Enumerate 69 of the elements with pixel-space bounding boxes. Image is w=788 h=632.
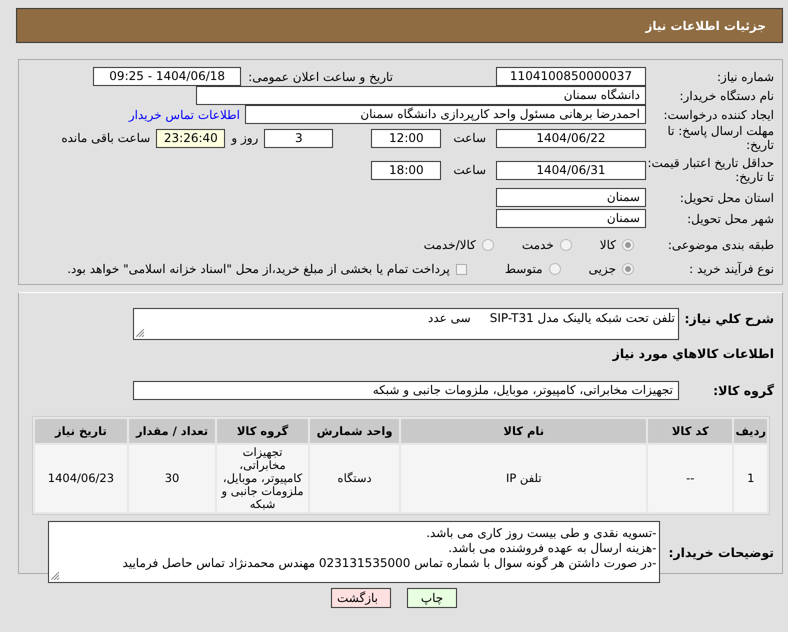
- text-field[interactable]: 18:00: [371, 160, 442, 180]
- radio-button[interactable]: [622, 263, 634, 275]
- column-header: تاریخ نیاز: [35, 419, 127, 443]
- table-cell: --: [648, 445, 732, 512]
- field-label: گروه کالا:: [712, 383, 775, 398]
- field-label: شماره نیاز:: [716, 70, 775, 84]
- text-field[interactable]: سمنان: [496, 188, 646, 207]
- column-header: کد کالا: [648, 419, 732, 443]
- radio-button[interactable]: [622, 239, 634, 251]
- checkbox[interactable]: [456, 264, 467, 274]
- text-field[interactable]: دانشگاه سمنان: [196, 86, 646, 105]
- text-field[interactable]: 3: [264, 128, 334, 148]
- section-heading: اطلاعات کالاهاي مورد نياز: [611, 345, 775, 361]
- contact-link[interactable]: اطلاعات تماس خریدار: [128, 108, 240, 122]
- note-line: -در صورت داشتن هر گونه سوال با شماره تماس 023131535000 مهندس محمدنژاد تماس حاصل فرمایید: [122, 556, 656, 571]
- resize-grip-icon[interactable]: [51, 572, 60, 580]
- column-header: نام کالا: [401, 419, 646, 443]
- radio-label: کالا/خدمت: [424, 238, 476, 252]
- text-field[interactable]: سمنان: [496, 209, 646, 228]
- text-field[interactable]: 1404/06/18 - 09:25: [93, 67, 242, 86]
- radio-label: متوسط: [504, 262, 543, 276]
- field-label: شرح کلي نياز:: [684, 310, 775, 326]
- radio-button[interactable]: [548, 263, 561, 275]
- radio-label: خدمت: [522, 238, 554, 252]
- field-label: نوع فرآیند خرید :: [688, 262, 775, 276]
- field-label: استان محل تحویل:: [678, 190, 775, 204]
- table-cell: 1404/06/23: [35, 445, 127, 512]
- note-line: -تسویه نقدی و طی بیست روز کاری می باشد.: [426, 526, 656, 541]
- radio-button[interactable]: [482, 239, 494, 251]
- print-button[interactable]: چاپ: [407, 588, 457, 608]
- text-field[interactable]: احمدرضا برهانی مسئول واحد کارپردازی دانشگاه سمنان: [245, 105, 646, 124]
- text-field[interactable]: 1104100850000037: [496, 67, 646, 86]
- radio-label: کالا: [600, 238, 616, 252]
- field-label: توضیحات خریدار:: [668, 544, 775, 560]
- table-cell: تجهیزات مخابراتی، کامپیوتر، موبایل، ملزومات جانبی و شبکه: [217, 445, 308, 512]
- description-text: تلفن تحت شبکه یالینک مدل SIP-T31 سی عدد: [428, 311, 675, 325]
- column-header: واحد شمارش: [310, 419, 400, 443]
- text-field[interactable]: 23:26:40: [156, 128, 226, 148]
- note-line: -هزینه ارسال به عهده فروشنده می باشد.: [448, 541, 656, 556]
- field-label: نام دستگاه خریدار:: [678, 88, 775, 102]
- text-field[interactable]: 1404/06/31: [496, 160, 646, 180]
- field-label: طبقه بندی موضوعی:: [666, 238, 775, 252]
- radio-button[interactable]: [560, 239, 572, 251]
- radio-label: جزیی: [588, 262, 616, 276]
- field-label: تاریخ و ساعت اعلان عمومی:: [248, 70, 393, 84]
- column-header: تعداد / مقدار: [128, 419, 216, 443]
- field-label: ساعت: [453, 163, 486, 177]
- table-cell: تلفن IP: [401, 445, 646, 512]
- field-label: مهلت ارسال پاسخ: تا تاریخ:: [666, 124, 775, 152]
- table-cell: دستگاه: [310, 445, 400, 512]
- field-label: حداقل تاریخ اعتبار قیمت: تا تاریخ:: [646, 156, 775, 184]
- field-label: ساعت باقی مانده: [61, 131, 150, 145]
- text-field[interactable]: 12:00: [371, 128, 442, 148]
- field-label: شهر محل تحویل:: [686, 212, 775, 226]
- page-title: جزئیات اطلاعات نیاز: [645, 18, 766, 32]
- column-header: گروه کالا: [217, 419, 308, 443]
- checkbox-label: پرداخت تمام یا بخشی از مبلغ خرید،از محل "اسناد خزانه اسلامی" خواهد بود.: [67, 262, 450, 276]
- field-label: ساعت: [453, 131, 486, 145]
- column-header: ردیف: [734, 419, 767, 443]
- back-button[interactable]: بازگشت: [331, 588, 391, 608]
- text-field[interactable]: تجهیزات مخابراتی، کامپیوتر، موبایل، ملزومات جانبی و شبکه: [133, 381, 679, 400]
- table-cell: 1: [734, 445, 767, 512]
- notes-box[interactable]: -تسویه نقدی و طی بیست روز کاری می باشد. -هزینه ارسال به عهده فروشنده می باشد. -در صورت داشتن هر گونه سوال با شماره تماس 023131535000 مهندس محمدنژاد تماس حاصل فرمایید: [48, 521, 660, 583]
- field-label: روز و: [231, 131, 258, 145]
- description-box[interactable]: تلفن تحت شبکه یالینک مدل SIP-T31 سی عدد: [133, 308, 679, 340]
- resize-grip-icon[interactable]: [136, 329, 144, 337]
- field-label: ایجاد کننده درخواست:: [662, 108, 775, 122]
- table-cell: 30: [128, 445, 216, 512]
- text-field[interactable]: 1404/06/22: [496, 128, 646, 148]
